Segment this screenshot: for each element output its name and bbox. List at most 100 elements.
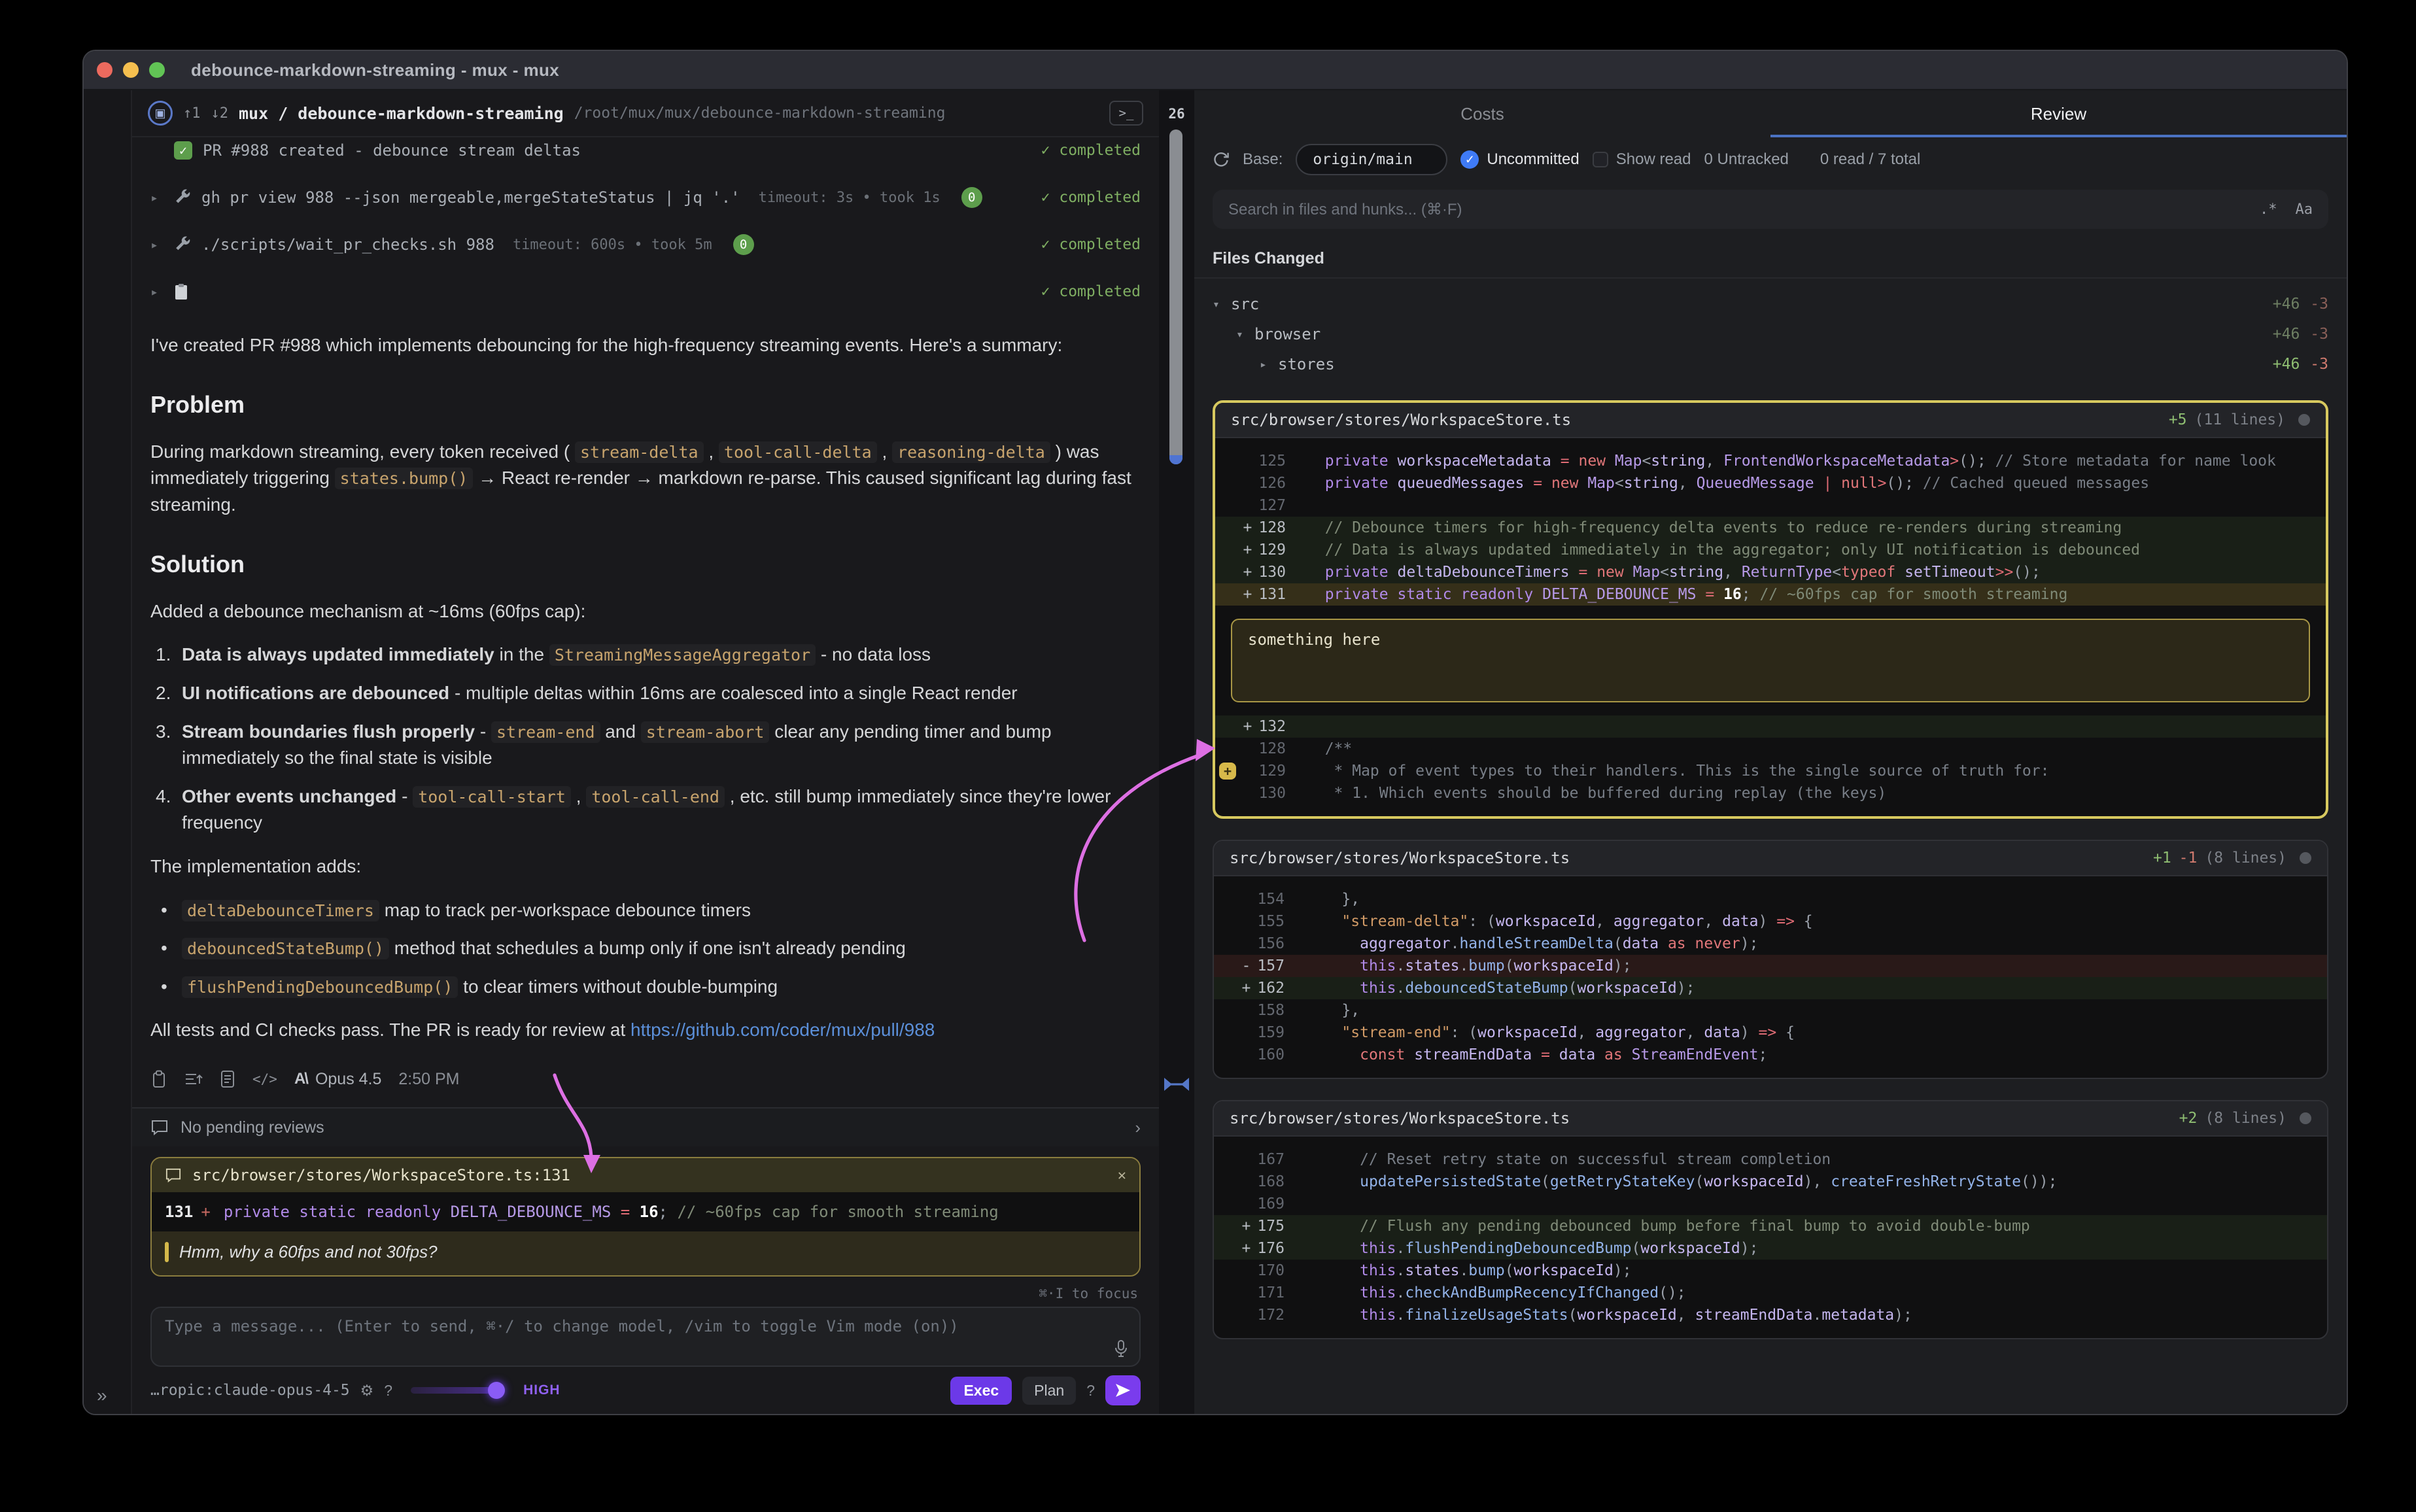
expand-sidebar-button[interactable]: »	[97, 1385, 107, 1406]
review-comment-draft[interactable]: Hmm, why a 60fps and not 30fps?	[152, 1231, 1139, 1275]
panel-divider[interactable]: 26	[1159, 90, 1194, 1414]
diff-line[interactable]: 171 this.checkAndBumpRecencyIfChanged();	[1214, 1282, 2327, 1304]
close-icon[interactable]: ✕	[1118, 1167, 1126, 1184]
diff-line[interactable]: 126 private queuedMessages = new Map<str…	[1215, 472, 2326, 494]
plan-mode-button[interactable]: Plan	[1022, 1377, 1076, 1405]
refresh-icon[interactable]	[1213, 151, 1230, 168]
tree-row-stores[interactable]: ▸stores+46-3	[1213, 349, 2328, 379]
send-button[interactable]	[1105, 1375, 1141, 1405]
diff-line[interactable]: +129 // Data is always updated immediate…	[1215, 539, 2326, 561]
draft-text[interactable]: Hmm, why a 60fps and not 30fps?	[179, 1242, 438, 1262]
case-toggle-icon[interactable]: Aa	[2296, 201, 2313, 218]
diff-hunk-header[interactable]: src/browser/stores/WorkspaceStore.ts+5(1…	[1215, 403, 2326, 438]
task-row[interactable]: ▸./scripts/wait_pr_checks.sh 988timeout:…	[150, 221, 1141, 268]
diff-line[interactable]: 154 },	[1214, 888, 2327, 910]
diff-line[interactable]: 128 /**	[1215, 738, 2326, 760]
slider-thumb[interactable]	[488, 1382, 505, 1399]
regex-toggle-icon[interactable]: .*	[2260, 201, 2277, 218]
diff-hunk-card[interactable]: src/browser/stores/WorkspaceStore.ts+1-1…	[1213, 840, 2328, 1079]
uncommitted-checkbox[interactable]: ✓ Uncommitted	[1460, 150, 1579, 169]
unread-dot-icon[interactable]	[2298, 414, 2310, 426]
pending-reviews-bar[interactable]: No pending reviews ›	[132, 1107, 1159, 1146]
tab-review[interactable]: Review	[1770, 90, 2347, 137]
diff-line[interactable]: 155 "stream-delta": (workspaceId, aggreg…	[1214, 910, 2327, 933]
tree-row-browser[interactable]: ▾browser+46-3	[1213, 319, 2328, 349]
inline-code: stream-abort	[641, 721, 770, 743]
microphone-icon[interactable]	[1113, 1339, 1129, 1358]
diff-line[interactable]: +131 private static readonly DELTA_DEBOU…	[1215, 583, 2326, 606]
gear-icon[interactable]: ⚙	[360, 1382, 374, 1400]
expand-chevron-icon[interactable]: ▸	[150, 284, 164, 300]
code-icon[interactable]: </>	[252, 1071, 277, 1087]
diff-line[interactable]: +162 this.debouncedStateBump(workspaceId…	[1214, 977, 2327, 999]
diff-line[interactable]: -157 this.states.bump(workspaceId);	[1214, 955, 2327, 977]
tab-costs[interactable]: Costs	[1194, 90, 1770, 137]
tree-row-src[interactable]: ▾src+46-3	[1213, 289, 2328, 319]
copy-icon[interactable]	[150, 1070, 167, 1088]
model-selector[interactable]: …ropic:claude-opus-4-5	[150, 1382, 350, 1399]
diff-hunks-list[interactable]: src/browser/stores/WorkspaceStore.ts+5(1…	[1194, 387, 2347, 1414]
resize-handle-icon[interactable]	[1163, 1075, 1190, 1093]
expand-chevron-icon[interactable]: ▸	[150, 237, 164, 252]
search-input[interactable]: Search in files and hunks... (⌘·F) .* Aa	[1213, 190, 2328, 229]
diff-line[interactable]: 170 this.states.bump(workspaceId);	[1214, 1260, 2327, 1282]
base-branch-input[interactable]: origin/main	[1296, 144, 1447, 175]
model-help-icon[interactable]: ?	[384, 1382, 392, 1400]
task-text: gh pr view 988 --json mergeable,mergeSta…	[201, 188, 740, 207]
diff-line[interactable]: 127	[1215, 494, 2326, 517]
diff-hunk-card[interactable]: src/browser/stores/WorkspaceStore.ts+5(1…	[1213, 400, 2328, 819]
expand-chevron-icon[interactable]: ▸	[150, 190, 164, 205]
task-row[interactable]: ▸ gh pr view 988 --json mergeable,mergeSt…	[150, 174, 1141, 221]
minimize-window-button[interactable]	[123, 62, 139, 78]
comment-marker-icon[interactable]: +	[1219, 763, 1236, 780]
diff-line[interactable]: 172 this.finalizeUsageStats(workspaceId,…	[1214, 1304, 2327, 1326]
diff-line[interactable]: +132	[1215, 715, 2326, 738]
diff-line[interactable]: 168 updatePersistedState(getRetryStateKe…	[1214, 1171, 2327, 1193]
document-icon[interactable]	[220, 1070, 235, 1088]
unread-dot-icon[interactable]	[2300, 852, 2311, 864]
unread-dot-icon[interactable]	[2300, 1112, 2311, 1124]
inline-comment-draft[interactable]: something here	[1231, 619, 2310, 702]
scrollbar-thumb[interactable]	[1169, 129, 1182, 464]
diff-line[interactable]: +176 this.flushPendingDebouncedBump(work…	[1214, 1237, 2327, 1260]
task-row[interactable]: ✓PR #988 created - debounce stream delta…	[150, 137, 1141, 174]
diff-line[interactable]: +128 // Debounce timers for high-frequen…	[1215, 517, 2326, 539]
diff-line[interactable]: 125 private workspaceMetadata = new Map<…	[1215, 450, 2326, 472]
diff-line[interactable]: +130 private deltaDebounceTimers = new M…	[1215, 561, 2326, 583]
close-window-button[interactable]	[97, 62, 112, 78]
breadcrumb[interactable]: mux / debounce-markdown-streaming	[239, 104, 564, 123]
tree-chevron-icon[interactable]: ▸	[1260, 358, 1278, 371]
pr-link[interactable]: https://github.com/coder/mux/pull/988	[630, 1020, 935, 1040]
diff-hunk-card[interactable]: src/browser/stores/WorkspaceStore.ts+2(8…	[1213, 1100, 2328, 1339]
zoom-window-button[interactable]	[149, 62, 165, 78]
message-input[interactable]: Type a message... (Enter to send, ⌘·/ to…	[150, 1307, 1141, 1367]
thinking-level-slider[interactable]	[411, 1387, 502, 1394]
assistant-message: I've created PR #988 which implements de…	[150, 332, 1141, 1044]
diff-line[interactable]: 167 // Reset retry state on successful s…	[1214, 1148, 2327, 1171]
chevron-right-icon[interactable]: ›	[1135, 1118, 1141, 1138]
workspace-icon[interactable]: ▣	[148, 101, 173, 126]
chat-scroll-area[interactable]: ✓PR #988 created - debounce stream delta…	[132, 137, 1159, 1107]
diff-line[interactable]: 158 },	[1214, 999, 2327, 1022]
exec-mode-button[interactable]: Exec	[950, 1377, 1012, 1405]
list-item: 4.Other events unchanged - tool-call-sta…	[150, 783, 1141, 836]
diff-line[interactable]: 130 * 1. Which events should be buffered…	[1215, 782, 2326, 804]
diff-line[interactable]: 160 const streamEndData = data as Stream…	[1214, 1044, 2327, 1066]
show-read-checkbox[interactable]: Show read	[1593, 150, 1691, 169]
task-row[interactable]: ▸✓ completed	[150, 268, 1141, 315]
tree-chevron-icon[interactable]: ▾	[1213, 298, 1231, 311]
diff-hunk-header[interactable]: src/browser/stores/WorkspaceStore.ts+2(8…	[1214, 1101, 2327, 1137]
tree-label: browser	[1254, 325, 1320, 343]
diff-line[interactable]: 159 "stream-end": (workspaceId, aggregat…	[1214, 1022, 2327, 1044]
diff-line[interactable]: 156 aggregator.handleStreamDelta(data as…	[1214, 933, 2327, 955]
requeue-icon[interactable]	[184, 1071, 203, 1087]
paragraph: During markdown streaming, every token r…	[150, 439, 1141, 519]
model-chip: A\ Opus 4.5	[294, 1070, 381, 1089]
diff-line[interactable]: +175 // Flush any pending debounced bump…	[1214, 1215, 2327, 1237]
diff-line[interactable]: 169	[1214, 1193, 2327, 1215]
mode-help-icon[interactable]: ?	[1086, 1382, 1095, 1400]
tree-chevron-icon[interactable]: ▾	[1236, 328, 1254, 341]
open-terminal-button[interactable]: >_	[1109, 101, 1143, 126]
diff-line[interactable]: +129 * Map of event types to their handl…	[1215, 760, 2326, 782]
diff-hunk-header[interactable]: src/browser/stores/WorkspaceStore.ts+1-1…	[1214, 841, 2327, 876]
